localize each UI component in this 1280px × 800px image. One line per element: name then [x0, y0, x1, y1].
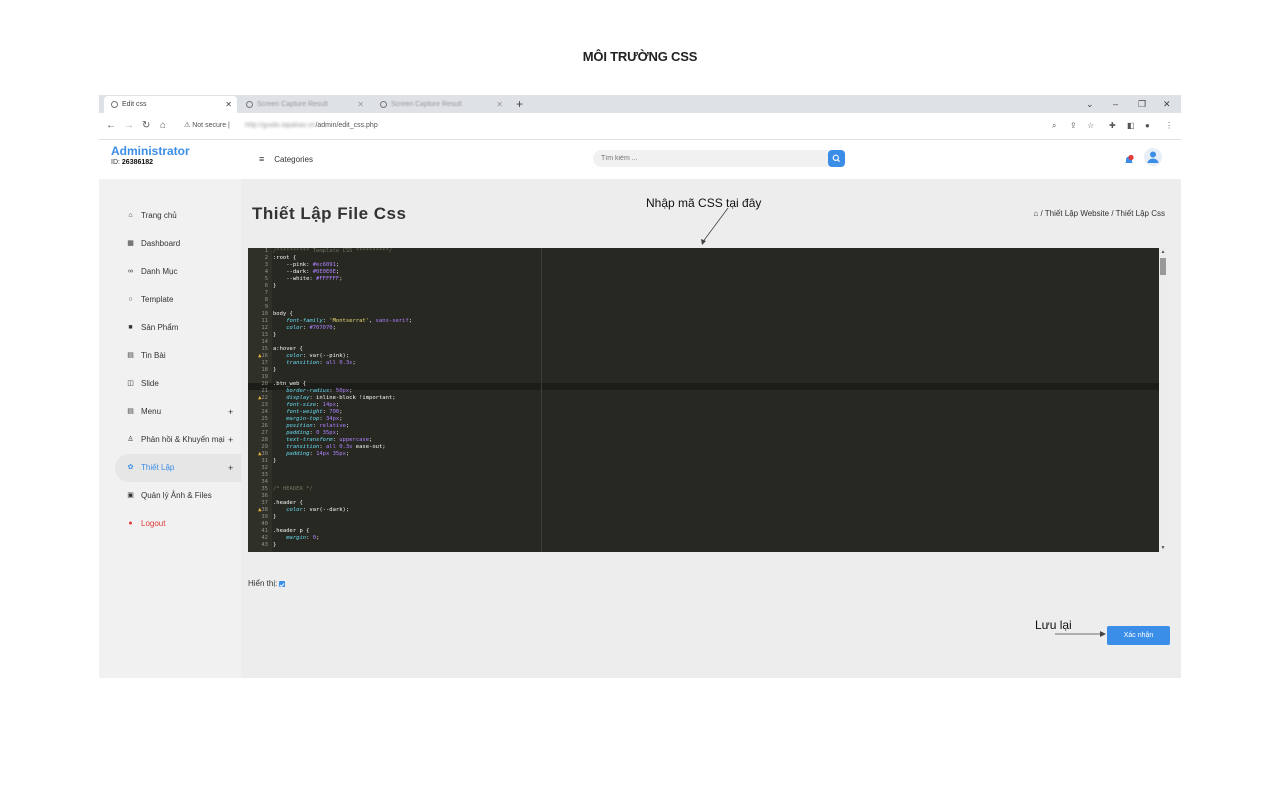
- editor-hint-arrowhead: [701, 239, 706, 245]
- editor-hint-arrow: [701, 207, 729, 244]
- annotation-arrows: [701, 207, 1106, 637]
- save-hint-arrowhead: [1100, 631, 1106, 637]
